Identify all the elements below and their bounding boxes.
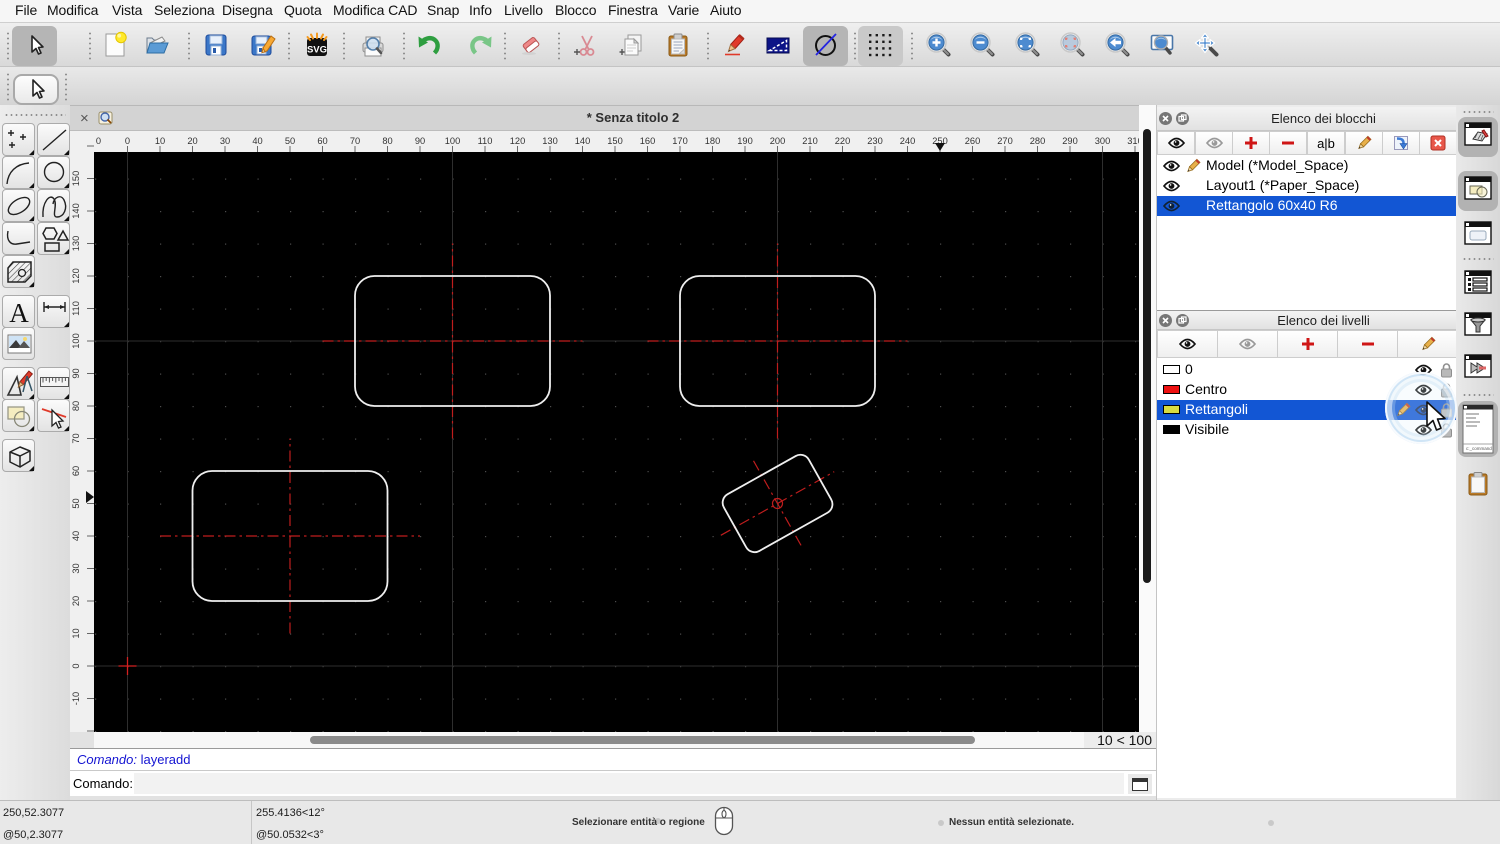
svg-text:170: 170 (672, 136, 688, 146)
svg-text:60: 60 (317, 136, 327, 146)
svg-text:90: 90 (71, 368, 81, 378)
svg-text:80: 80 (382, 136, 392, 146)
svg-text:140: 140 (575, 136, 591, 146)
svg-text:80: 80 (71, 401, 81, 411)
svg-text:100: 100 (445, 136, 461, 146)
svg-text:10: 10 (71, 628, 81, 638)
svg-text:50: 50 (71, 498, 81, 508)
svg-text:120: 120 (510, 136, 526, 146)
svg-text:90: 90 (415, 136, 425, 146)
svg-text:280: 280 (1030, 136, 1046, 146)
svg-text:200: 200 (770, 136, 786, 146)
svg-text:-10: -10 (71, 692, 81, 705)
svg-text:180: 180 (705, 136, 721, 146)
svg-text:70: 70 (350, 136, 360, 146)
svg-text:40: 40 (252, 136, 262, 146)
svg-text:30: 30 (71, 563, 81, 573)
svg-text:110: 110 (478, 136, 493, 146)
svg-text:160: 160 (640, 136, 656, 146)
svg-text:100: 100 (71, 333, 81, 349)
svg-text:20: 20 (71, 596, 81, 606)
svg-text:270: 270 (997, 136, 1013, 146)
svg-text:260: 260 (965, 136, 981, 146)
svg-text:0: 0 (96, 136, 101, 146)
svg-text:10: 10 (155, 136, 165, 146)
svg-text:120: 120 (71, 268, 81, 284)
svg-text:130: 130 (71, 236, 81, 252)
svg-text:60: 60 (71, 466, 81, 476)
svg-text:c:_command: c:_command (1466, 446, 1492, 451)
svg-text:220: 220 (835, 136, 851, 146)
svg-text:0: 0 (125, 136, 130, 146)
svg-text:130: 130 (542, 136, 558, 146)
svg-text:50: 50 (285, 136, 295, 146)
svg-text:290: 290 (1062, 136, 1078, 146)
svg-text:SVG: SVG (307, 45, 327, 56)
svg-text:300: 300 (1095, 136, 1111, 146)
svg-text:230: 230 (867, 136, 883, 146)
svg-text:A: A (9, 298, 29, 328)
svg-text:150: 150 (71, 171, 81, 187)
svg-text:210: 210 (802, 136, 818, 146)
svg-text:20: 20 (187, 136, 197, 146)
svg-text:110: 110 (71, 301, 81, 316)
svg-text:240: 240 (900, 136, 916, 146)
svg-text:30: 30 (220, 136, 230, 146)
svg-text:190: 190 (737, 136, 753, 146)
svg-text:0: 0 (71, 663, 81, 668)
svg-text:150: 150 (607, 136, 623, 146)
svg-text:140: 140 (71, 203, 81, 219)
svg-text:40: 40 (71, 531, 81, 541)
svg-text:70: 70 (71, 433, 81, 443)
